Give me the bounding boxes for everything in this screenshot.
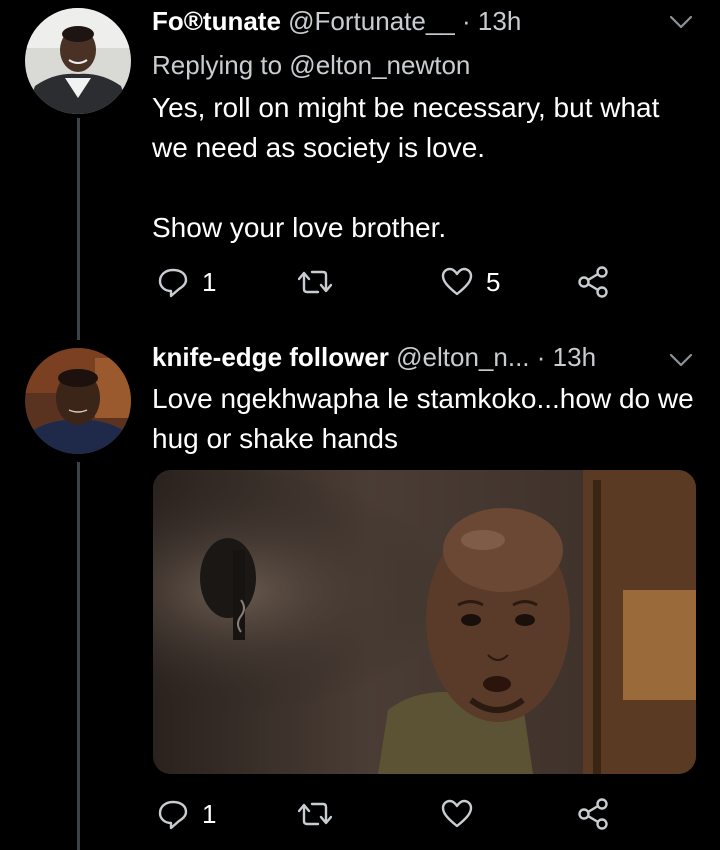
reply-button[interactable]: 1 — [156, 794, 216, 834]
share-button[interactable] — [576, 262, 610, 302]
display-name[interactable]: Fo®tunate — [152, 6, 281, 36]
retweet-icon — [298, 802, 332, 826]
reply-count: 1 — [202, 266, 217, 297]
display-name[interactable]: knife-edge follower — [152, 342, 389, 372]
chevron-down-icon[interactable] — [668, 12, 694, 32]
action-bar: 1 5 — [152, 262, 622, 302]
handle[interactable]: @elton_n... — [396, 342, 529, 372]
retweet-icon — [298, 270, 332, 294]
avatar[interactable] — [25, 348, 131, 454]
replying-to[interactable]: Replying to @elton_newton — [152, 48, 470, 82]
separator-dot: · — [462, 6, 471, 36]
like-button[interactable] — [440, 794, 486, 834]
share-icon — [578, 798, 608, 830]
reaction-image — [153, 470, 696, 774]
tweet-text: Yes, roll on might be necessary, but wha… — [152, 92, 660, 243]
tweet-header: Fo®tunate @Fortunate__ · 13h — [152, 4, 521, 38]
thread-line — [77, 462, 80, 850]
reply-icon — [158, 268, 188, 298]
share-button[interactable] — [576, 794, 610, 834]
chevron-down-icon[interactable] — [668, 350, 694, 370]
like-count: 5 — [486, 266, 501, 297]
retweet-button[interactable] — [298, 262, 344, 302]
handle[interactable]: @Fortunate__ — [288, 6, 455, 36]
tweet-image[interactable] — [153, 470, 696, 774]
like-icon — [441, 799, 473, 828]
retweet-button[interactable] — [298, 794, 344, 834]
share-icon — [578, 266, 608, 298]
timestamp[interactable]: 13h — [553, 342, 596, 372]
timestamp[interactable]: 13h — [478, 6, 521, 36]
separator-dot: · — [536, 342, 546, 372]
thread-line — [77, 118, 80, 340]
like-icon — [441, 267, 473, 296]
action-bar: 1 — [152, 794, 622, 834]
tweet-text: Love ngekhwapha le stamkoko...how do we … — [152, 383, 694, 454]
tweet-header: knife-edge follower @elton_n... · 13h — [152, 340, 596, 374]
reply-count: 1 — [202, 798, 217, 829]
like-button[interactable]: 5 — [440, 262, 500, 302]
avatar[interactable] — [25, 8, 131, 114]
reply-icon — [158, 800, 188, 830]
reply-button[interactable]: 1 — [156, 262, 216, 302]
